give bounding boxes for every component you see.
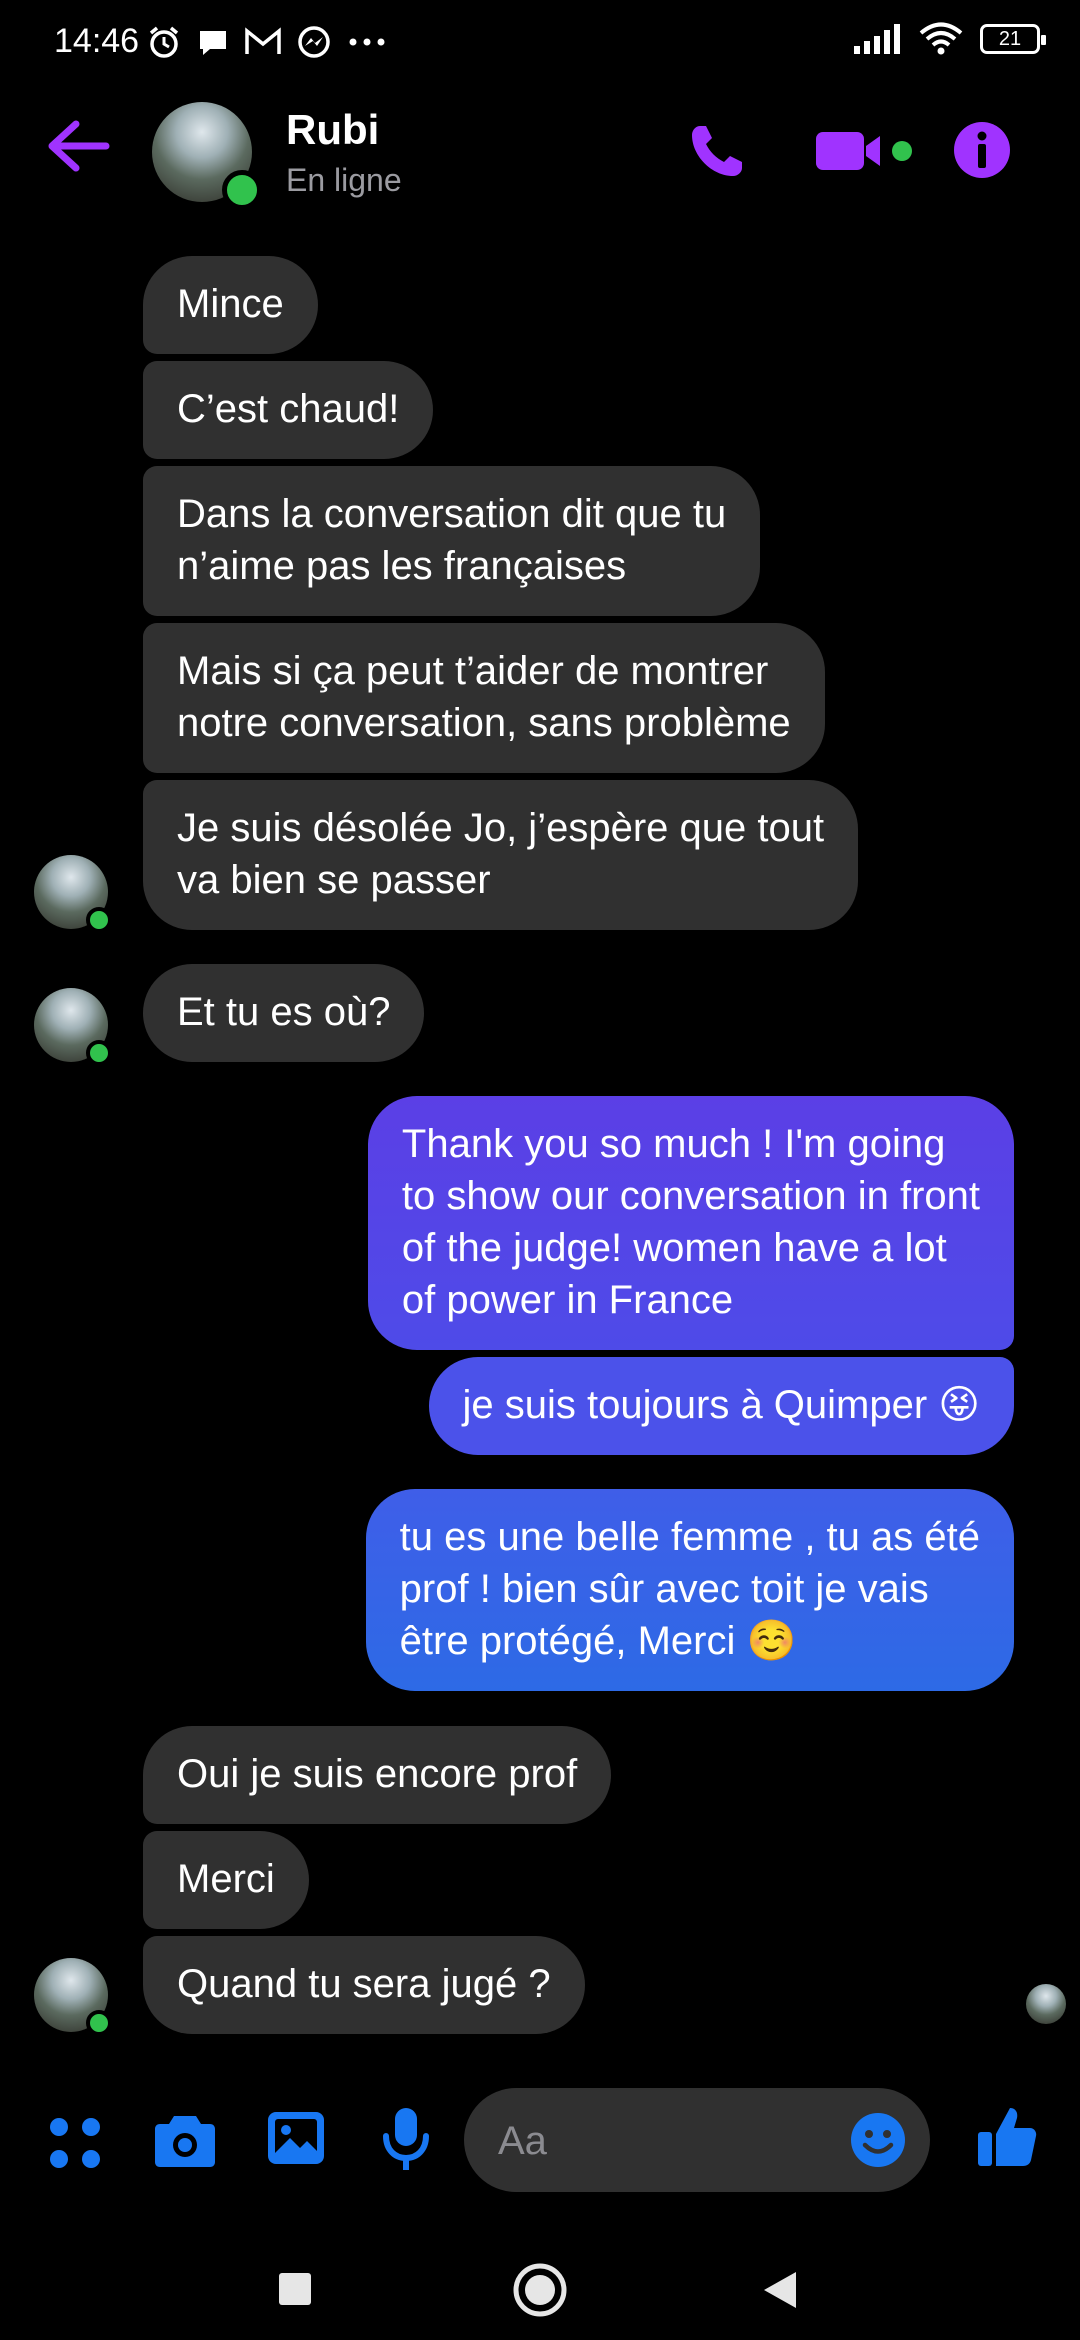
- info-icon[interactable]: [952, 120, 1012, 180]
- battery-icon: 21: [980, 24, 1046, 54]
- message-text: Et tu es où?: [177, 990, 391, 1034]
- message-bubble[interactable]: Et tu es où?: [143, 964, 425, 1062]
- message-text-line: of power in France: [401, 1278, 734, 1322]
- seen-receipt-avatar: [1026, 1984, 1066, 2024]
- contact-name[interactable]: Rubi: [286, 106, 379, 154]
- message-bubble[interactable]: Mais si ça peut t’aider de montrer notre…: [143, 623, 825, 773]
- message-composer: [0, 2088, 1080, 2192]
- video-camera-icon[interactable]: [814, 128, 914, 174]
- message-text-line: Je suis désolée Jo, j’espère que tout: [177, 806, 825, 850]
- signal-icon: [854, 24, 900, 54]
- thumbs-up-icon[interactable]: [976, 2104, 1038, 2168]
- gmail-icon: [245, 27, 281, 54]
- battery-level: 21: [998, 27, 1022, 50]
- emoji-icon[interactable]: [850, 2112, 906, 2168]
- message-text-line: notre conversation, sans problème: [177, 701, 791, 745]
- message-text-line: of the judge! women have a lot: [401, 1226, 947, 1270]
- chat-bubble-icon: [200, 31, 226, 55]
- messenger-icon: [298, 26, 330, 58]
- more-dots-icon: [349, 38, 385, 46]
- message-bubble[interactable]: Merci: [143, 1831, 309, 1929]
- message-text-line: n’aime pas les françaises: [177, 544, 627, 588]
- apps-grid-icon[interactable]: [46, 2114, 104, 2172]
- message-text: Quand tu sera jugé ?: [177, 1962, 551, 2006]
- message-text: Oui je suis encore prof: [177, 1752, 578, 1796]
- back-triangle-icon[interactable]: [762, 2270, 798, 2310]
- microphone-icon[interactable]: [380, 2106, 432, 2172]
- message-bubble[interactable]: je suis toujours à Quimper 😝: [428, 1357, 1014, 1455]
- message-bubble[interactable]: Je suis désolée Jo, j’espère que tout va…: [143, 780, 859, 930]
- back-arrow-icon[interactable]: [44, 116, 112, 176]
- message-text-line: Mais si ça peut t’aider de montrer: [177, 649, 769, 693]
- home-circle-icon[interactable]: [512, 2262, 568, 2318]
- gallery-icon[interactable]: [266, 2108, 326, 2168]
- phone-icon[interactable]: [686, 120, 748, 182]
- online-indicator: [86, 1040, 112, 1066]
- wifi-icon: [919, 22, 963, 55]
- messenger-chat-screen: 14:46 21 Rubi En ligne Mince C’est chaud…: [0, 0, 1080, 2340]
- message-text: je suis toujours à Quimper 😝: [462, 1383, 980, 1427]
- message-input[interactable]: [496, 2118, 800, 2165]
- message-text: C’est chaud!: [177, 387, 400, 431]
- message-bubble[interactable]: Mince: [143, 256, 318, 354]
- status-bar: 14:46 21: [0, 0, 1080, 92]
- message-bubble[interactable]: C’est chaud!: [143, 361, 434, 459]
- message-text-line: to show our conversation in front: [401, 1174, 980, 1218]
- message-bubble[interactable]: Oui je suis encore prof: [143, 1726, 612, 1824]
- alarm-icon: [149, 26, 179, 58]
- recents-square-icon[interactable]: [278, 2272, 312, 2306]
- message-input-container[interactable]: [464, 2088, 930, 2192]
- message-bubble[interactable]: Quand tu sera jugé ?: [143, 1936, 585, 2034]
- status-time: 14:46: [54, 22, 140, 60]
- message-text-line: Dans la conversation dit que tu: [177, 492, 727, 536]
- conversation-header: Rubi En ligne: [0, 92, 1080, 210]
- message-bubble[interactable]: tu es une belle femme , tu as été prof !…: [365, 1489, 1014, 1691]
- message-bubble[interactable]: Thank you so much ! I'm going to show ou…: [367, 1096, 1014, 1350]
- message-text: Merci: [177, 1857, 275, 1901]
- online-indicator: [86, 2010, 112, 2036]
- message-text-line: tu es une belle femme , tu as été: [399, 1515, 980, 1559]
- contact-status: En ligne: [286, 162, 402, 198]
- system-navigation-bar: [0, 2220, 1080, 2340]
- message-text-line: être protégé, Merci ☺️: [399, 1619, 797, 1663]
- message-text-line: Thank you so much ! I'm going: [401, 1122, 946, 1166]
- camera-icon[interactable]: [154, 2112, 216, 2168]
- online-indicator: [222, 170, 262, 210]
- message-bubble[interactable]: Dans la conversation dit que tu n’aime p…: [143, 466, 761, 616]
- online-indicator: [86, 907, 112, 933]
- message-text: Mince: [177, 282, 284, 326]
- message-text-line: va bien se passer: [177, 858, 491, 902]
- message-text-line: prof ! bien sûr avec toit je vais: [399, 1567, 929, 1611]
